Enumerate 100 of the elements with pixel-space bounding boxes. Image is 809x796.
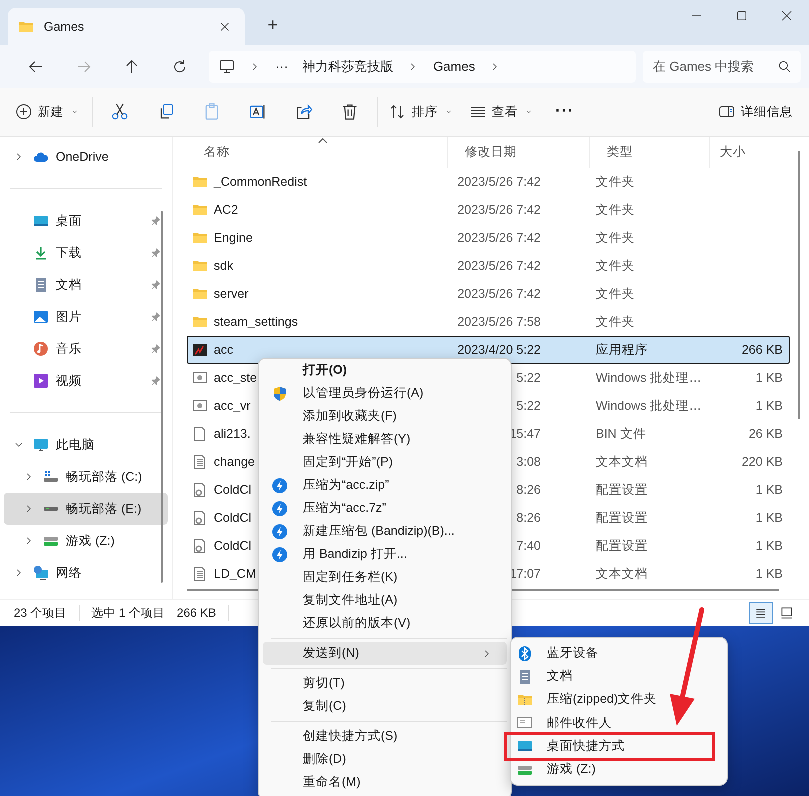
column-header[interactable]: 大小 bbox=[720, 144, 746, 161]
scrollbar[interactable] bbox=[798, 151, 800, 419]
menu-item[interactable]: 游戏 (Z:) bbox=[511, 758, 727, 782]
trash-icon bbox=[341, 103, 359, 121]
file-name[interactable]: acc bbox=[214, 343, 234, 357]
pin-icon bbox=[150, 375, 162, 387]
column-header[interactable]: 名称 bbox=[204, 144, 230, 161]
sidebar-item[interactable]: 图片 bbox=[4, 301, 168, 333]
search-field[interactable]: 在 Games 中搜索 bbox=[643, 50, 801, 82]
sidebar-item[interactable]: 网络 bbox=[4, 557, 168, 589]
file-name[interactable]: acc_ste bbox=[214, 371, 258, 385]
address-bar[interactable]: ··· 神力科莎竞技版 Games bbox=[209, 50, 636, 82]
breadcrumb[interactable]: Games bbox=[433, 59, 476, 74]
file-name[interactable]: change bbox=[214, 455, 256, 469]
type-cell: BIN 文件 bbox=[596, 426, 646, 440]
sidebar-item[interactable]: 此电脑 bbox=[4, 429, 168, 461]
sidebar-item[interactable]: 桌面 bbox=[4, 205, 168, 237]
list-icon bbox=[754, 606, 768, 620]
view-button[interactable]: 查看 bbox=[462, 95, 542, 129]
date-cell: 5:22 bbox=[516, 399, 541, 413]
date-cell: 7:40 bbox=[516, 539, 541, 553]
menu-item[interactable]: 文档 bbox=[511, 665, 727, 688]
type-cell: 文件夹 bbox=[596, 258, 635, 272]
menu-item[interactable]: 创建快捷方式(S) bbox=[263, 725, 507, 748]
menu-item[interactable]: 重命名(M) bbox=[263, 771, 507, 794]
menu-item[interactable]: 复制文件地址(A) bbox=[263, 589, 507, 612]
menu-item[interactable]: 新建压缩包 (Bandizip)(B)... bbox=[263, 520, 507, 543]
menu-item[interactable]: 以管理员身份运行(A) bbox=[263, 382, 507, 405]
sidebar-item[interactable]: OneDrive bbox=[4, 141, 168, 173]
refresh-icon bbox=[172, 58, 188, 74]
menu-item[interactable]: 压缩为“acc.zip” bbox=[263, 474, 507, 497]
type-cell: 文件夹 bbox=[596, 174, 635, 188]
sidebar-item[interactable]: 畅玩部落 (E:) bbox=[4, 493, 168, 525]
folder-icon bbox=[192, 314, 208, 330]
sidebar-item[interactable]: 下载 bbox=[4, 237, 168, 269]
sidebar-item[interactable]: 视频 bbox=[4, 365, 168, 397]
date-cell: 2023/5/26 7:42 bbox=[458, 231, 541, 245]
share-icon bbox=[295, 103, 313, 121]
maximize-icon bbox=[736, 10, 748, 22]
new-tab-button[interactable]: + bbox=[259, 11, 287, 39]
column-header[interactable]: 类型 bbox=[607, 144, 633, 161]
file-name[interactable]: ColdCl bbox=[214, 483, 252, 497]
new-button[interactable]: 新建 bbox=[8, 95, 88, 129]
breadcrumb[interactable]: 神力科莎竞技版 bbox=[302, 58, 394, 76]
selection-count: 选中 1 个项目 bbox=[92, 604, 166, 622]
date-cell: 2023/5/26 7:58 bbox=[458, 315, 541, 329]
file-name[interactable]: LD_CM bbox=[214, 567, 256, 581]
column-header[interactable]: 修改日期 bbox=[465, 144, 517, 161]
file-name[interactable]: acc_vr bbox=[214, 399, 251, 413]
menu-item[interactable]: 发送到(N) bbox=[263, 642, 507, 665]
scrollbar[interactable] bbox=[161, 211, 163, 583]
bandizip-icon bbox=[272, 546, 288, 562]
menu-item[interactable]: 固定到“开始”(P) bbox=[263, 451, 507, 474]
tab[interactable]: Games bbox=[8, 8, 245, 45]
menu-item[interactable]: 用 Bandizip 打开... bbox=[263, 543, 507, 566]
pin-icon bbox=[150, 247, 162, 259]
file-name[interactable]: steam_settings bbox=[214, 315, 298, 329]
menu-item[interactable]: 复制(C) bbox=[263, 695, 507, 718]
menu-item[interactable]: 添加到收藏夹(F) bbox=[263, 405, 507, 428]
type-cell: 配置设置 bbox=[596, 510, 648, 524]
sidebar-item[interactable]: 游戏 (Z:) bbox=[4, 525, 168, 557]
close-icon bbox=[780, 10, 792, 22]
file-name[interactable]: ColdCl bbox=[214, 539, 252, 553]
pin-icon bbox=[150, 311, 162, 323]
file-name[interactable]: server bbox=[214, 287, 249, 301]
details-button[interactable]: 详细信息 bbox=[711, 95, 801, 129]
menu-item[interactable]: 固定到任务栏(K) bbox=[263, 566, 507, 589]
sort-up-icon bbox=[317, 137, 329, 145]
menu-item[interactable]: 删除(D) bbox=[263, 748, 507, 771]
file-name[interactable]: ColdCl bbox=[214, 511, 252, 525]
selected-file-row[interactable]: acc 2023/4/20 5:22 应用程序 266 KB bbox=[187, 336, 790, 364]
network-icon bbox=[33, 565, 49, 581]
size-cell: 266 KB bbox=[742, 343, 783, 357]
menu-item[interactable]: 邮件收件人 bbox=[511, 712, 727, 735]
more-button[interactable]: ··· bbox=[542, 95, 588, 129]
config-file-icon bbox=[192, 510, 208, 526]
menu-item[interactable]: 蓝牙设备 bbox=[511, 642, 727, 666]
size-cell: 1 KB bbox=[756, 567, 783, 581]
drive-icon bbox=[43, 507, 59, 511]
date-cell: 2023/5/26 7:42 bbox=[458, 203, 541, 217]
menu-item[interactable]: 剪切(T) bbox=[263, 672, 507, 695]
sidebar-item[interactable]: 文档 bbox=[4, 269, 168, 301]
file-name[interactable]: _CommonRedist bbox=[214, 175, 308, 189]
selection-size: 266 KB bbox=[177, 606, 216, 620]
menu-item[interactable]: 压缩为“acc.7z” bbox=[263, 497, 507, 520]
menu-item[interactable]: 还原以前的版本(V) bbox=[263, 612, 507, 635]
menu-item[interactable]: 桌面快捷方式 bbox=[511, 734, 727, 758]
file-name[interactable]: AC2 bbox=[214, 203, 238, 217]
sidebar-item[interactable]: 音乐 bbox=[4, 333, 168, 365]
clipboard-icon bbox=[203, 103, 221, 121]
sidebar-item[interactable]: 畅玩部落 (C:) bbox=[4, 461, 168, 493]
breadcrumb-overflow[interactable]: ··· bbox=[275, 59, 288, 74]
sort-button[interactable]: 排序 bbox=[382, 95, 462, 129]
menu-item[interactable]: 兼容性疑难解答(Y) bbox=[263, 428, 507, 451]
file-name[interactable]: Engine bbox=[214, 231, 253, 245]
file-name[interactable]: ali213. bbox=[214, 427, 251, 441]
plus-circle-icon bbox=[16, 104, 32, 120]
file-name[interactable]: sdk bbox=[214, 259, 234, 273]
text-file-icon bbox=[192, 454, 208, 470]
details-view-button[interactable] bbox=[749, 602, 773, 624]
